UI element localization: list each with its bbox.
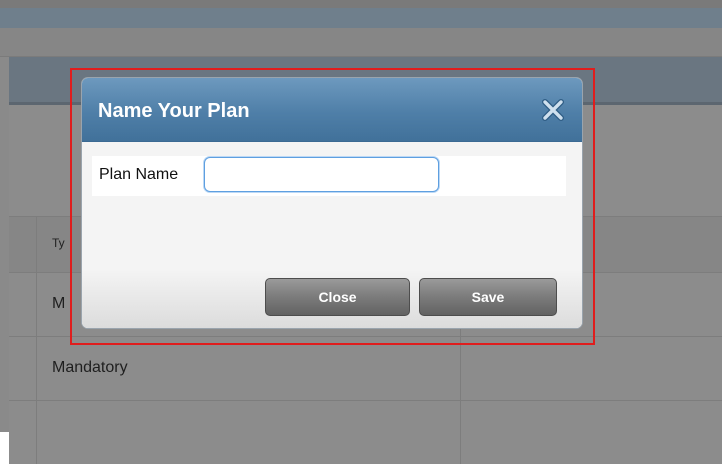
top-strip: [0, 0, 722, 8]
table-row: [9, 400, 722, 464]
table-cell-type: Mandatory: [52, 359, 128, 376]
dialog-header: Name Your Plan: [82, 78, 582, 142]
name-your-plan-dialog: Name Your Plan Plan Name Close Save: [82, 78, 582, 328]
app-header-bar: [0, 8, 722, 28]
table-header-type: Ty: [52, 236, 65, 250]
table-row: Mandatory: [9, 336, 722, 400]
close-x-icon[interactable]: [541, 98, 565, 122]
sub-header-bar: [0, 28, 722, 57]
table-cell-type: M: [52, 295, 66, 312]
dialog-body: Plan Name Close Save: [82, 142, 582, 328]
close-button[interactable]: Close: [265, 278, 410, 316]
plan-name-row: Plan Name: [92, 156, 566, 196]
plan-name-label: Plan Name: [99, 166, 179, 183]
dialog-title: Name Your Plan: [98, 100, 250, 122]
plan-name-input[interactable]: [204, 157, 439, 192]
dialog-button-bar: Close Save: [82, 270, 582, 328]
save-button[interactable]: Save: [419, 278, 557, 316]
